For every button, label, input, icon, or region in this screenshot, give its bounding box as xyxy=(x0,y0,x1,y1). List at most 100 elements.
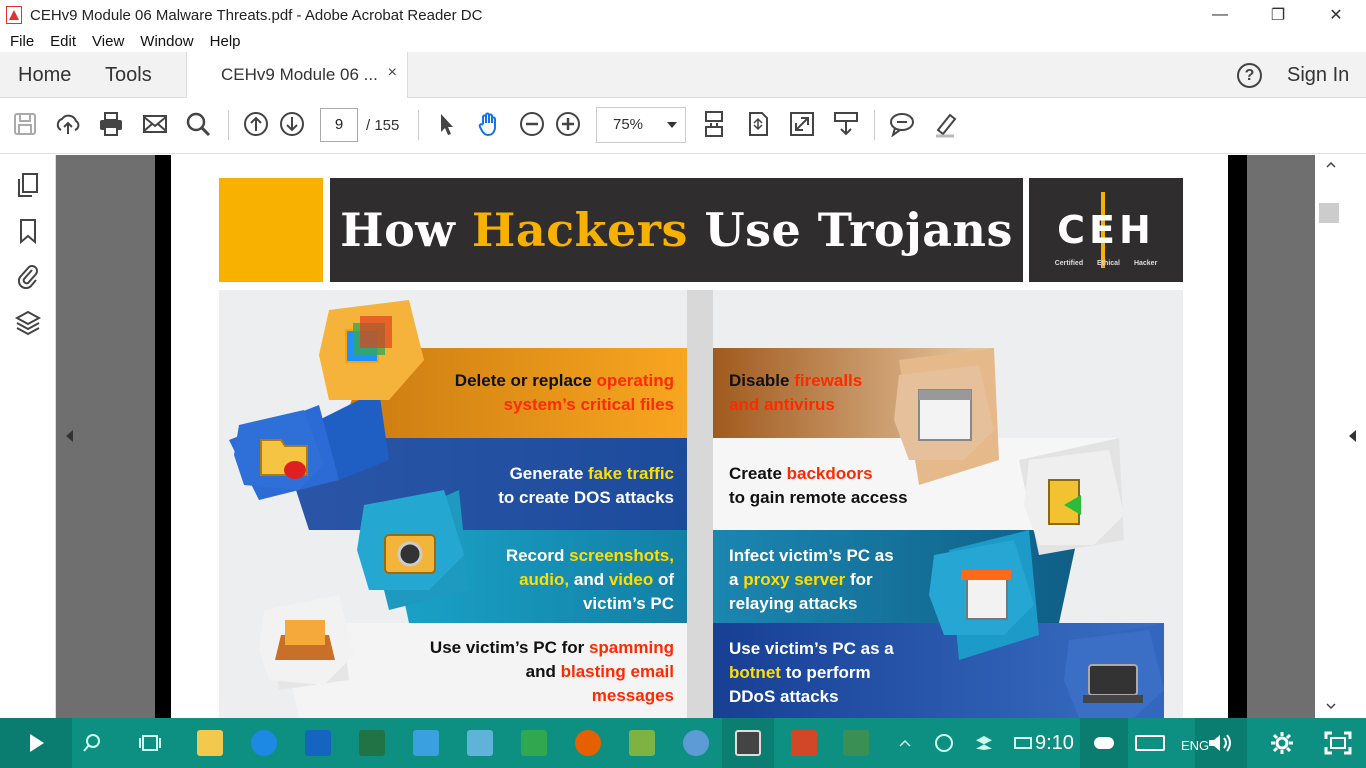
toolbar-separator xyxy=(228,110,229,140)
store-icon[interactable] xyxy=(406,718,446,768)
zoom-in-icon[interactable] xyxy=(552,108,584,140)
acrobat-icon[interactable] xyxy=(722,718,774,768)
tab-home[interactable]: Home xyxy=(18,64,71,87)
tab-close-icon[interactable]: × xyxy=(388,64,397,82)
menu-edit[interactable]: Edit xyxy=(50,33,76,50)
item-text: Record xyxy=(505,546,570,565)
cloud-icon[interactable] xyxy=(1080,718,1128,768)
excel-icon[interactable] xyxy=(352,718,392,768)
fullscreen-icon[interactable] xyxy=(1314,718,1362,768)
zoom-out-icon[interactable] xyxy=(516,108,548,140)
camtasia-2-icon[interactable] xyxy=(836,718,876,768)
start-button[interactable] xyxy=(0,718,72,768)
outlook-icon[interactable] xyxy=(298,718,338,768)
fit-page-icon[interactable] xyxy=(742,108,774,140)
item-text: to perform xyxy=(780,663,871,682)
item-text: to create DOS attacks xyxy=(498,488,674,507)
trojan-use-proxy-server: Infect victim’s PC as a proxy server for… xyxy=(729,544,989,616)
hand-icon[interactable] xyxy=(473,108,505,140)
pdf-page: How Hackers Use Trojans CEH Certified Et… xyxy=(171,155,1228,718)
select-arrow-icon[interactable] xyxy=(430,108,462,140)
powerpoint-icon[interactable] xyxy=(784,718,824,768)
item-text: relaying attacks xyxy=(729,594,858,613)
scroll-thumb[interactable] xyxy=(1319,203,1339,223)
read-mode-icon[interactable] xyxy=(830,108,862,140)
menu-help[interactable]: Help xyxy=(210,33,241,50)
item-highlight: backdoors xyxy=(786,464,873,483)
chevron-down-icon xyxy=(667,122,677,128)
print-icon[interactable] xyxy=(95,108,127,140)
scroll-mode-icon[interactable] xyxy=(698,108,730,140)
vpn-icon[interactable] xyxy=(676,718,716,768)
item-text: Disable xyxy=(729,371,795,390)
settings-gear-icon[interactable] xyxy=(1258,718,1306,768)
viewport-margin-right xyxy=(1247,155,1315,718)
chevron-up-icon[interactable] xyxy=(892,718,918,768)
upload-icon[interactable] xyxy=(52,108,84,140)
infographic: Delete or replace operating system’s cri… xyxy=(219,290,1183,718)
item-text: a xyxy=(729,570,744,589)
search-icon[interactable] xyxy=(182,108,214,140)
taskbar-clock[interactable]: 9:10 xyxy=(1035,732,1074,755)
tab-tools[interactable]: Tools xyxy=(105,64,152,87)
network-icon[interactable] xyxy=(1012,718,1034,768)
title-part-1: How xyxy=(340,203,472,257)
page-up-icon[interactable] xyxy=(240,108,272,140)
item-text: victim’s PC xyxy=(582,594,674,613)
menu-view[interactable]: View xyxy=(92,33,124,50)
activity-icon[interactable] xyxy=(930,718,958,768)
tab-document[interactable]: CEHv9 Module 06 ... × xyxy=(186,52,408,98)
item-text: and xyxy=(525,662,561,681)
bookmark-icon[interactable] xyxy=(14,217,42,245)
title-part-2: Use Trojans xyxy=(687,203,1013,257)
item-text: and xyxy=(569,570,609,589)
help-icon[interactable]: ? xyxy=(1237,63,1262,88)
restore-button[interactable]: ❐ xyxy=(1249,0,1307,30)
page-border-right xyxy=(1228,155,1247,718)
page-number-input[interactable]: 9 xyxy=(320,108,358,142)
email-icon[interactable] xyxy=(139,108,171,140)
search-icon[interactable] xyxy=(72,718,112,768)
firefox-icon[interactable] xyxy=(568,718,608,768)
toolbar-separator xyxy=(874,110,875,140)
banner-accent xyxy=(219,178,323,282)
save-icon[interactable] xyxy=(9,108,41,140)
camtasia-icon[interactable] xyxy=(514,718,554,768)
menu-window[interactable]: Window xyxy=(140,33,193,50)
play-icon xyxy=(30,734,44,752)
comment-icon[interactable] xyxy=(886,108,918,140)
menu-file[interactable]: File xyxy=(10,33,34,50)
attachment-icon[interactable] xyxy=(14,261,42,289)
dropbox-icon[interactable] xyxy=(970,718,998,768)
item-text: Infect victim’s PC as xyxy=(729,546,894,565)
trojan-use-record-media: Record screenshots, audio, and video of … xyxy=(379,544,674,616)
expand-right-panel-icon[interactable] xyxy=(1349,430,1356,442)
full-screen-icon[interactable] xyxy=(786,108,818,140)
zoom-select[interactable]: 75% xyxy=(596,107,686,143)
task-view-icon[interactable] xyxy=(130,718,170,768)
close-button[interactable]: ✕ xyxy=(1307,0,1365,30)
language-indicator[interactable]: ENG xyxy=(1181,738,1209,753)
title-bar: CEHv9 Module 06 Malware Threats.pdf - Ad… xyxy=(0,0,1366,30)
page-thumbnails-icon[interactable] xyxy=(14,171,42,199)
trojan-use-delete-files: Delete or replace operating system’s cri… xyxy=(379,369,674,417)
sign-in-link[interactable]: Sign In xyxy=(1287,64,1349,87)
layers-icon[interactable] xyxy=(14,309,42,337)
keyboard-icon[interactable] xyxy=(1130,718,1170,768)
file-explorer-icon[interactable] xyxy=(190,718,230,768)
page-down-icon[interactable] xyxy=(276,108,308,140)
edge-icon[interactable] xyxy=(244,718,284,768)
ceh-logo: CEH Certified Ethical Hacker xyxy=(1029,178,1183,282)
network-app-icon[interactable] xyxy=(622,718,662,768)
scroll-up-icon[interactable] xyxy=(1325,159,1337,171)
minimize-button[interactable]: — xyxy=(1191,0,1249,30)
logo-text: CEH xyxy=(1057,208,1155,252)
app-icon[interactable] xyxy=(460,718,500,768)
trojan-use-botnet: Use victim’s PC as a botnet to perform D… xyxy=(729,637,989,709)
item-text: Use victim’s PC as a xyxy=(729,639,894,658)
collapse-left-icon[interactable] xyxy=(66,430,73,442)
item-highlight: spamming xyxy=(588,638,674,657)
scroll-down-icon[interactable] xyxy=(1325,700,1337,712)
highlight-icon[interactable] xyxy=(930,108,962,140)
vertical-scrollbar[interactable] xyxy=(1315,155,1366,718)
